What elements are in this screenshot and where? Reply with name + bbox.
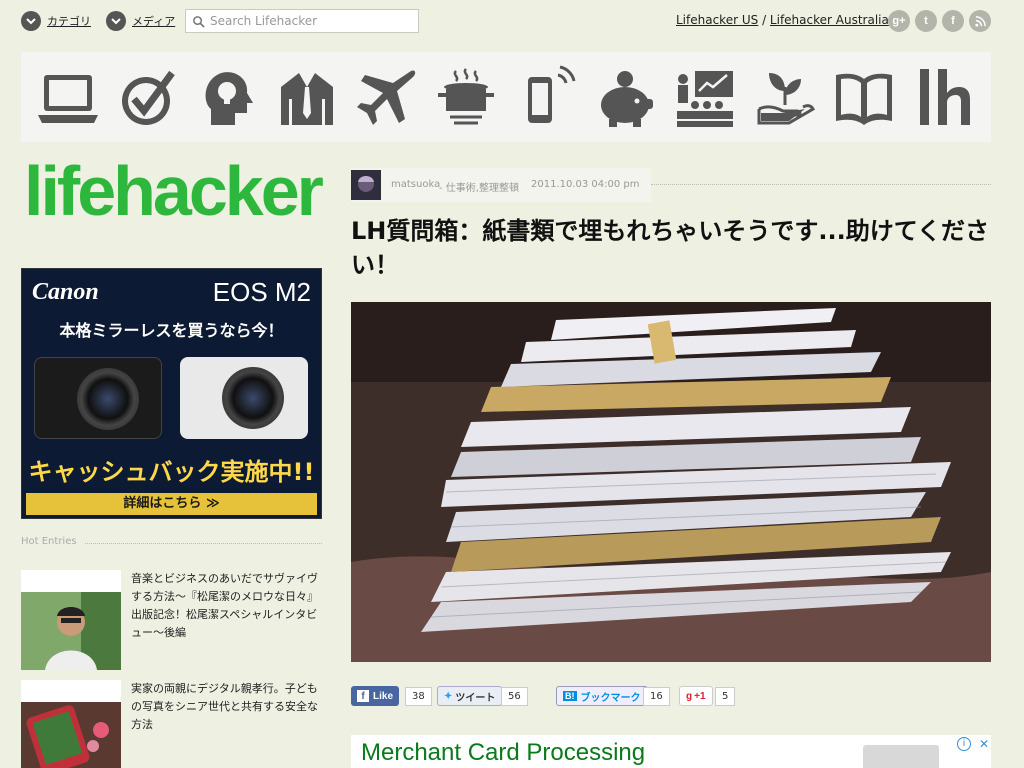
- ad-arrow-button[interactable]: [863, 745, 939, 768]
- entry-title: 実家の両親にデジタル親孝行。子どもの写真をシニア世代と共有する安全な方法: [131, 682, 318, 731]
- hot-entry[interactable]: 実家の両親にデジタル親孝行。子どもの写真をシニア世代と共有する安全な方法: [21, 680, 322, 768]
- category-books[interactable]: [831, 62, 897, 132]
- ad-headline: 本格ミラーレスを買うなら今！: [59, 321, 284, 340]
- entry-thumbnail: [21, 570, 121, 670]
- ad-brand: Canon: [32, 279, 99, 305]
- chevron-down-icon: [21, 11, 41, 31]
- laptop-icon: [38, 75, 98, 123]
- category-money[interactable]: [592, 62, 658, 132]
- category-ideas[interactable]: [194, 62, 260, 132]
- article-photo: [351, 302, 991, 662]
- category-menu-button[interactable]: カテゴリ: [21, 10, 91, 32]
- ad-detail-button[interactable]: 詳細はこちら ≫: [26, 493, 317, 515]
- media-menu-button[interactable]: メディア: [106, 10, 175, 32]
- facebook-count: 38: [405, 687, 432, 706]
- close-icon[interactable]: ✕: [979, 737, 989, 751]
- edition-links: Lifehacker US / Lifehacker Australia: [676, 13, 889, 27]
- avatar[interactable]: [351, 170, 381, 200]
- tweet-label: ツイート: [455, 692, 496, 704]
- article-meta: matsuoka - 仕事術,整理整頓 2011.10.03 04:00 pm: [351, 168, 991, 202]
- category-lh[interactable]: [911, 62, 977, 132]
- hatena-label: ブックマーク: [580, 692, 641, 704]
- book-icon: [836, 73, 893, 125]
- top-bar: カテゴリ メディア Lifehacker US / Lifehacker Aus…: [0, 0, 1024, 42]
- chevron-down-icon: [106, 11, 126, 31]
- entry-title: 音楽とビジネスのあいだでサヴァイヴする方法〜『松尾潔のメロウな日々』出版記念！松…: [131, 572, 318, 639]
- article-date: 2011.10.03 04:00 pm: [531, 179, 640, 190]
- social-links: g+ t f: [888, 10, 991, 32]
- facebook-like-label: Like: [373, 690, 394, 702]
- twitter-icon[interactable]: t: [915, 10, 937, 32]
- piggy-bank-icon: [601, 71, 654, 127]
- article-title: LH質問箱：紙書類で埋もれちゃいそうです...助けてください！: [351, 217, 990, 279]
- category-icon-bar: [21, 52, 991, 142]
- author-name[interactable]: matsuoka: [391, 179, 440, 190]
- divider: [651, 184, 991, 185]
- airplane-icon: [356, 70, 415, 125]
- lh-icon: [919, 69, 970, 125]
- plant-hand-icon: [757, 73, 815, 125]
- suit-icon: [280, 73, 333, 125]
- facebook-icon[interactable]: f: [942, 10, 964, 32]
- edition-separator: /: [758, 13, 770, 27]
- category-menu-label: カテゴリ: [47, 15, 91, 28]
- google-plus-icon: g: [686, 690, 693, 702]
- text-ad[interactable]: Merchant Card Processing i ✕: [351, 735, 991, 768]
- edition-au-link[interactable]: Lifehacker Australia: [770, 13, 889, 27]
- hatena-count: 16: [643, 687, 670, 706]
- facebook-icon: f: [357, 690, 369, 702]
- hatena-bookmark-button[interactable]: B! ブックマーク: [556, 686, 648, 706]
- tweet-button[interactable]: ✦ ツイート: [437, 686, 503, 706]
- category-travel[interactable]: [354, 62, 420, 132]
- google-plus-icon[interactable]: g+: [888, 10, 910, 32]
- camera-image: [180, 357, 308, 439]
- media-menu-label: メディア: [132, 15, 176, 28]
- hatena-icon: B!: [563, 691, 577, 701]
- hot-entries-title: Hot Entries: [21, 536, 83, 547]
- hot-entry[interactable]: 音楽とビジネスのあいだでサヴァイヴする方法〜『松尾潔のメロウな日々』出版記念！松…: [21, 570, 322, 670]
- plus-one-label: +1: [694, 690, 706, 702]
- category-productivity[interactable]: [115, 62, 181, 132]
- search-input[interactable]: [210, 14, 410, 28]
- rss-icon[interactable]: [969, 10, 991, 32]
- edition-us-link[interactable]: Lifehacker US: [676, 13, 758, 27]
- entry-thumbnail: [21, 680, 121, 768]
- article-categories[interactable]: - 仕事術,整理整頓: [439, 179, 519, 194]
- category-business[interactable]: [672, 62, 738, 132]
- category-eco[interactable]: [752, 62, 818, 132]
- presentation-icon: [677, 71, 733, 127]
- checkmark-icon: [121, 70, 175, 125]
- facebook-like-button[interactable]: f Like: [351, 686, 400, 706]
- camera-image: [34, 357, 162, 439]
- smartphone-icon: [527, 65, 576, 123]
- ad-title[interactable]: Merchant Card Processing: [361, 739, 645, 767]
- cooking-pot-icon: [438, 68, 495, 125]
- info-icon[interactable]: i: [957, 737, 971, 751]
- category-food[interactable]: [433, 62, 499, 132]
- twitter-bird-icon: ✦: [444, 690, 453, 702]
- category-laptop[interactable]: [35, 62, 101, 132]
- category-work[interactable]: [274, 62, 340, 132]
- category-mobile[interactable]: [513, 62, 579, 132]
- google-plus-one-button[interactable]: g +1: [679, 686, 713, 706]
- share-bar: f Like 38 ✦ ツイート 56 B! ブックマーク 16 g +1 5: [351, 686, 991, 708]
- search-box[interactable]: [185, 9, 419, 33]
- site-logo[interactable]: lifehacker: [24, 156, 324, 226]
- search-icon: [193, 15, 205, 28]
- ad-cashback: キャッシュバック実施中!!: [28, 458, 315, 486]
- divider: [85, 543, 322, 544]
- ad-model: EOS M2: [212, 277, 311, 307]
- canon-banner-ad[interactable]: Canon EOS M2 本格ミラーレスを買うなら今！ キャッシュバック実施中!…: [21, 268, 322, 519]
- plus-one-count: 5: [715, 687, 736, 706]
- tweet-count: 56: [501, 687, 528, 706]
- idea-head-icon: [205, 72, 254, 125]
